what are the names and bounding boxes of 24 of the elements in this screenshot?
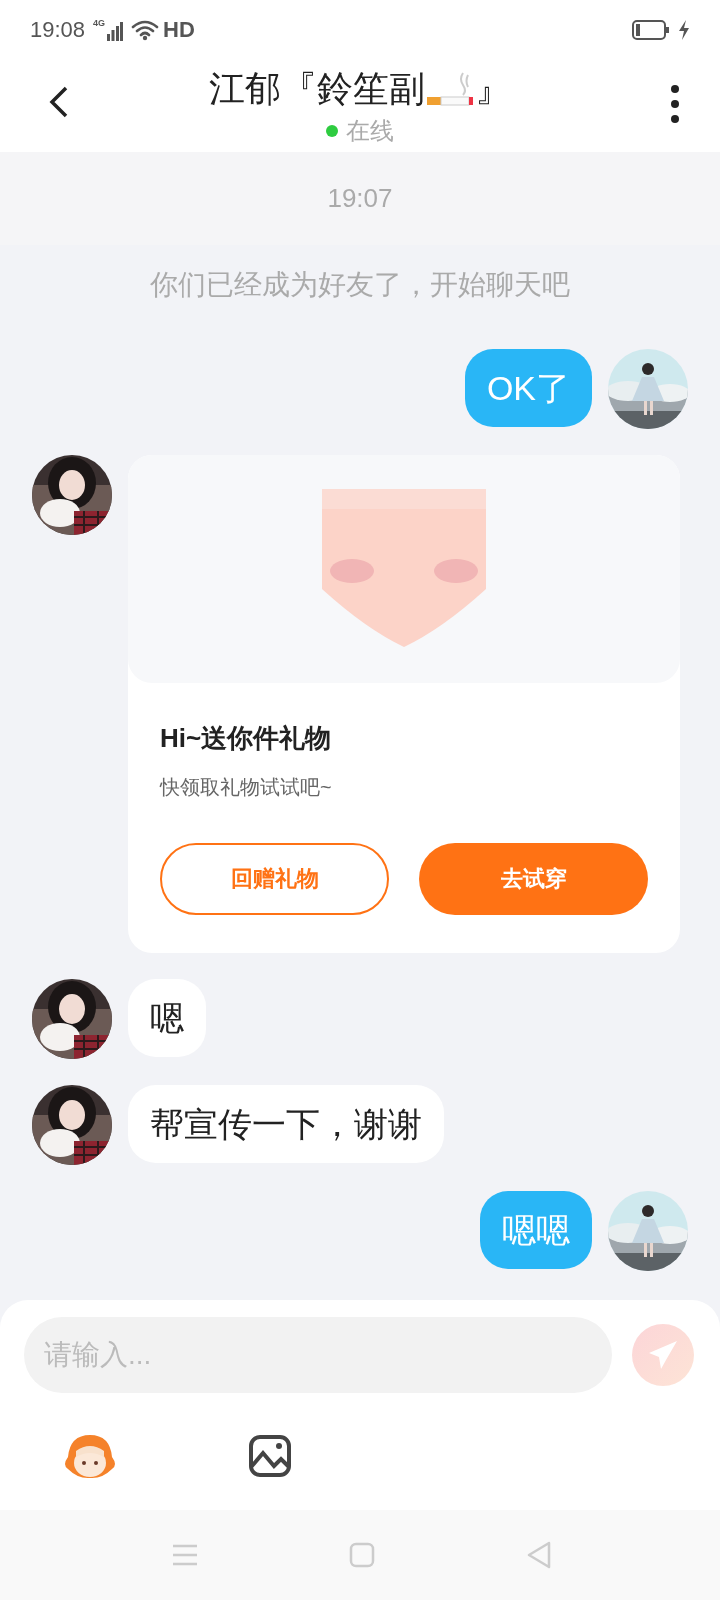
contact-name: 江郁『鈴笙副 [209, 67, 425, 111]
online-status: 在线 [346, 116, 394, 146]
battery-icon [632, 19, 670, 41]
menu-icon[interactable] [172, 1543, 198, 1567]
clock-time: 19:08 [30, 17, 86, 43]
timestamp: 19:07 [327, 183, 393, 214]
try-on-button[interactable]: 去试穿 [419, 843, 648, 915]
wifi-icon [131, 19, 160, 41]
send-icon [647, 1339, 679, 1371]
gift-title: Hi~送你件礼物 [160, 722, 333, 755]
message-bubble: OK了 [464, 349, 592, 427]
return-gift-button[interactable]: 回赠礼物 [160, 843, 389, 915]
back-icon[interactable] [526, 1541, 552, 1569]
mascot-icon[interactable] [62, 1433, 118, 1479]
charging-icon [678, 20, 690, 40]
image-icon[interactable] [248, 1434, 292, 1478]
message-bubble: 嗯 [128, 979, 206, 1057]
system-message: 你们已经成为好友了，开始聊天吧 [150, 269, 570, 300]
message-bubble: 帮宣传一下，谢谢 [128, 1085, 444, 1163]
gift-subtitle: 快领取礼物试试吧~ [160, 775, 333, 800]
contact-name-end: 』 [475, 67, 511, 111]
message-bubble: 嗯嗯 [480, 1191, 592, 1269]
wifi-label: HD [163, 17, 195, 43]
home-icon[interactable] [349, 1542, 375, 1568]
